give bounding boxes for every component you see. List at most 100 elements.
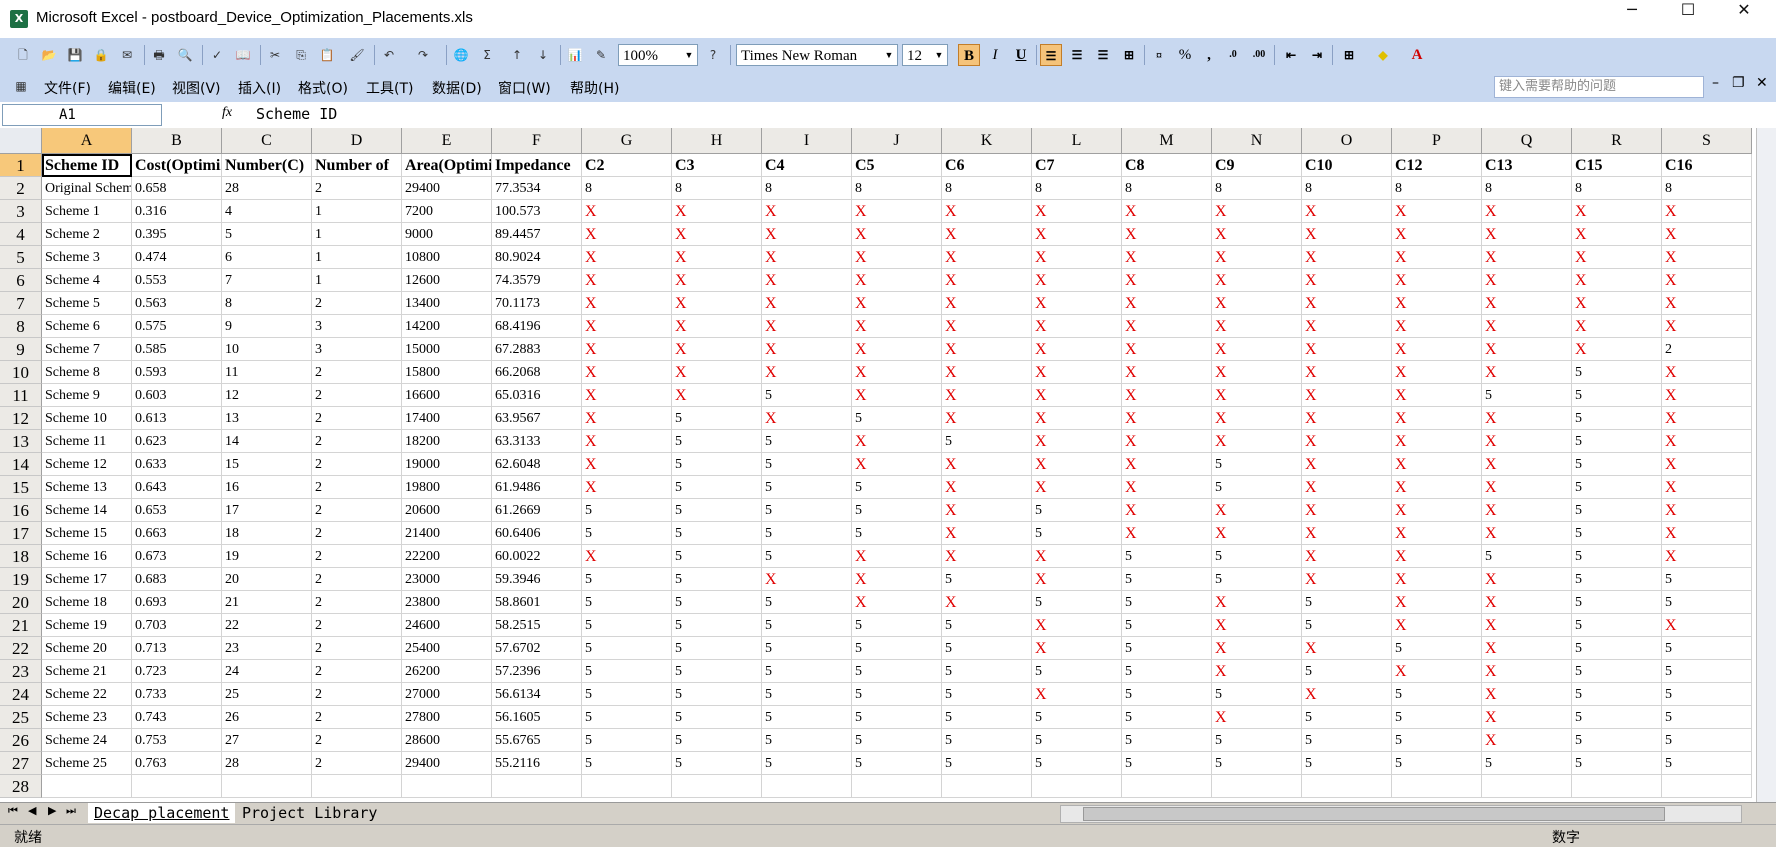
cell-q16[interactable]: X xyxy=(1482,499,1572,522)
cell-s12[interactable]: X xyxy=(1662,407,1752,430)
cell-f12[interactable]: 63.9567 xyxy=(492,407,582,430)
cell-d13[interactable]: 2 xyxy=(312,430,402,453)
paste-icon[interactable]: 📋 xyxy=(318,46,336,64)
cell-f25[interactable]: 56.1605 xyxy=(492,706,582,729)
cell-e5[interactable]: 10800 xyxy=(402,246,492,269)
cell-m11[interactable]: X xyxy=(1122,384,1212,407)
cell-o28[interactable] xyxy=(1302,775,1392,798)
cell-b9[interactable]: 0.585 xyxy=(132,338,222,361)
undo-icon[interactable]: ↶ xyxy=(380,46,398,64)
cell-l3[interactable]: X xyxy=(1032,200,1122,223)
cell-g23[interactable]: 5 xyxy=(582,660,672,683)
cell-d19[interactable]: 2 xyxy=(312,568,402,591)
cell-o22[interactable]: X xyxy=(1302,637,1392,660)
cell-q11[interactable]: 5 xyxy=(1482,384,1572,407)
cell-b22[interactable]: 0.713 xyxy=(132,637,222,660)
cell-b18[interactable]: 0.673 xyxy=(132,545,222,568)
cell-o19[interactable]: X xyxy=(1302,568,1392,591)
cell-c24[interactable]: 25 xyxy=(222,683,312,706)
cell-d6[interactable]: 1 xyxy=(312,269,402,292)
cell-h16[interactable]: 5 xyxy=(672,499,762,522)
cell-s3[interactable]: X xyxy=(1662,200,1752,223)
cell-d27[interactable]: 2 xyxy=(312,752,402,775)
copy-icon[interactable]: ⎘ xyxy=(292,46,310,64)
cell-m22[interactable]: 5 xyxy=(1122,637,1212,660)
cell-a12[interactable]: Scheme 10 xyxy=(42,407,132,430)
cell-g1[interactable]: C2 xyxy=(582,154,672,177)
cell-l1[interactable]: C7 xyxy=(1032,154,1122,177)
cell-q8[interactable]: X xyxy=(1482,315,1572,338)
cell-k21[interactable]: 5 xyxy=(942,614,1032,637)
borders-icon[interactable]: ⊞ xyxy=(1338,44,1360,66)
cell-e2[interactable]: 29400 xyxy=(402,177,492,200)
cell-p23[interactable]: X xyxy=(1392,660,1482,683)
cell-l8[interactable]: X xyxy=(1032,315,1122,338)
cell-i4[interactable]: X xyxy=(762,223,852,246)
cell-n4[interactable]: X xyxy=(1212,223,1302,246)
row-header-27[interactable]: 27 xyxy=(0,752,42,775)
cell-f14[interactable]: 62.6048 xyxy=(492,453,582,476)
cell-k24[interactable]: 5 xyxy=(942,683,1032,706)
cell-h15[interactable]: 5 xyxy=(672,476,762,499)
column-header-k[interactable]: K xyxy=(942,128,1032,154)
cell-c22[interactable]: 23 xyxy=(222,637,312,660)
cell-f19[interactable]: 59.3946 xyxy=(492,568,582,591)
permission-icon[interactable]: 🔒 xyxy=(92,46,110,64)
cell-b28[interactable] xyxy=(132,775,222,798)
cell-d16[interactable]: 2 xyxy=(312,499,402,522)
cell-l5[interactable]: X xyxy=(1032,246,1122,269)
row-header-13[interactable]: 13 xyxy=(0,430,42,453)
cell-d4[interactable]: 1 xyxy=(312,223,402,246)
row-header-1[interactable]: 1 xyxy=(0,154,42,177)
cell-i6[interactable]: X xyxy=(762,269,852,292)
cell-h12[interactable]: 5 xyxy=(672,407,762,430)
decrease-indent-icon[interactable]: ⇤ xyxy=(1280,44,1302,66)
cell-k6[interactable]: X xyxy=(942,269,1032,292)
cell-i1[interactable]: C4 xyxy=(762,154,852,177)
cell-m27[interactable]: 5 xyxy=(1122,752,1212,775)
cell-o10[interactable]: X xyxy=(1302,361,1392,384)
cell-g20[interactable]: 5 xyxy=(582,591,672,614)
cell-r12[interactable]: 5 xyxy=(1572,407,1662,430)
cell-r18[interactable]: 5 xyxy=(1572,545,1662,568)
column-header-r[interactable]: R xyxy=(1572,128,1662,154)
cell-j10[interactable]: X xyxy=(852,361,942,384)
row-header-12[interactable]: 12 xyxy=(0,407,42,430)
cell-f13[interactable]: 63.3133 xyxy=(492,430,582,453)
cell-f2[interactable]: 77.3534 xyxy=(492,177,582,200)
menu-file[interactable]: 文件(F) xyxy=(44,78,91,98)
menu-window[interactable]: 窗口(W) xyxy=(498,78,551,98)
vertical-scrollbar[interactable] xyxy=(1756,128,1776,802)
cell-g16[interactable]: 5 xyxy=(582,499,672,522)
cell-f3[interactable]: 100.573 xyxy=(492,200,582,223)
cell-f8[interactable]: 68.4196 xyxy=(492,315,582,338)
chevron-down-icon[interactable]: ▼ xyxy=(681,45,697,65)
minimize-workbook-icon[interactable]: – xyxy=(1712,75,1719,91)
column-header-l[interactable]: L xyxy=(1032,128,1122,154)
cell-n7[interactable]: X xyxy=(1212,292,1302,315)
cell-g5[interactable]: X xyxy=(582,246,672,269)
cell-h6[interactable]: X xyxy=(672,269,762,292)
row-header-14[interactable]: 14 xyxy=(0,453,42,476)
cell-d25[interactable]: 2 xyxy=(312,706,402,729)
cell-l14[interactable]: X xyxy=(1032,453,1122,476)
menu-edit[interactable]: 编辑(E) xyxy=(108,78,156,98)
cell-d7[interactable]: 2 xyxy=(312,292,402,315)
cell-o15[interactable]: X xyxy=(1302,476,1392,499)
cell-q18[interactable]: 5 xyxy=(1482,545,1572,568)
align-center-icon[interactable]: ☰ xyxy=(1066,44,1088,66)
cell-d14[interactable]: 2 xyxy=(312,453,402,476)
cell-o8[interactable]: X xyxy=(1302,315,1392,338)
cell-s18[interactable]: X xyxy=(1662,545,1752,568)
cell-p18[interactable]: X xyxy=(1392,545,1482,568)
cell-b24[interactable]: 0.733 xyxy=(132,683,222,706)
cell-e28[interactable] xyxy=(402,775,492,798)
cell-i21[interactable]: 5 xyxy=(762,614,852,637)
cell-p12[interactable]: X xyxy=(1392,407,1482,430)
cell-n28[interactable] xyxy=(1212,775,1302,798)
cell-o21[interactable]: 5 xyxy=(1302,614,1392,637)
cell-a25[interactable]: Scheme 23 xyxy=(42,706,132,729)
cell-b25[interactable]: 0.743 xyxy=(132,706,222,729)
cell-n3[interactable]: X xyxy=(1212,200,1302,223)
prev-sheet-icon[interactable]: ◀ xyxy=(28,804,36,817)
